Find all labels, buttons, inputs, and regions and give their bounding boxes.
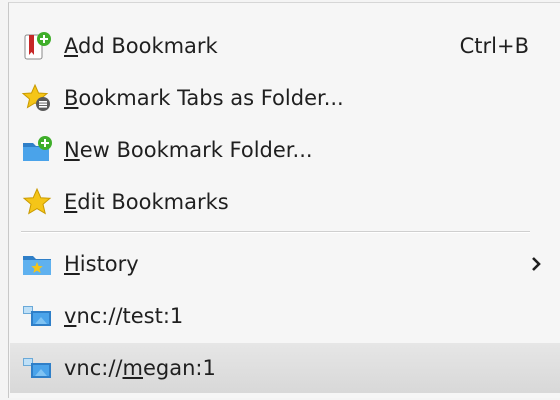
menu-item-edit-bookmarks[interactable]: Edit Bookmarks — [10, 177, 560, 227]
menu-item-label: Edit Bookmarks — [64, 190, 229, 214]
new-folder-icon — [20, 133, 54, 167]
menu-item-label: History — [64, 252, 139, 276]
bookmark-tabs-icon — [20, 81, 54, 115]
menu-item-label: Add Bookmark — [64, 34, 218, 58]
star-icon — [20, 185, 54, 219]
menu-item-label: vnc://test:1 — [64, 304, 184, 328]
history-folder-icon — [20, 247, 54, 281]
chevron-right-icon — [529, 254, 543, 274]
bookmark-add-icon — [20, 29, 54, 63]
menu-item-vnc-test[interactable]: vnc://test:1 — [10, 291, 560, 341]
menu-item-label: vnc://megan:1 — [64, 356, 216, 380]
menu-item-history[interactable]: History — [10, 239, 560, 289]
menu-item-new-bookmark-folder[interactable]: New Bookmark Folder... — [10, 125, 560, 175]
shortcut-label: Ctrl+B — [459, 34, 529, 58]
bookmarks-menu: Add Bookmark Ctrl+B Bookmark Tabs as Fol… — [8, 2, 560, 398]
menu-item-add-bookmark[interactable]: Add Bookmark Ctrl+B — [10, 21, 560, 71]
remote-desktop-icon — [20, 299, 54, 333]
remote-desktop-icon — [20, 351, 54, 385]
menu-item-label: New Bookmark Folder... — [64, 138, 313, 162]
menu-item-vnc-megan[interactable]: vnc://megan:1 — [10, 343, 560, 393]
menu-item-label: Bookmark Tabs as Folder... — [64, 86, 344, 110]
menu-item-bookmark-tabs-as-folder[interactable]: Bookmark Tabs as Folder... — [10, 73, 560, 123]
menu-separator — [21, 231, 530, 233]
